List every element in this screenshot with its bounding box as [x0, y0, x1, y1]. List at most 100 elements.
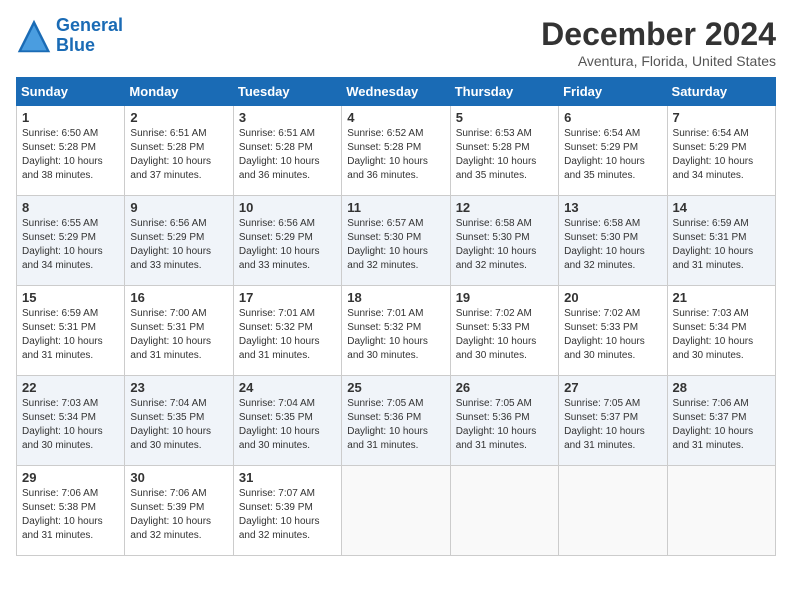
calendar-header-row: SundayMondayTuesdayWednesdayThursdayFrid… — [17, 78, 776, 106]
day-number: 6 — [564, 110, 661, 125]
day-info: Sunrise: 7:01 AM Sunset: 5:32 PM Dayligh… — [347, 307, 444, 363]
calendar-cell: 11 Sunrise: 6:57 AM Sunset: 5:30 PM Dayli… — [342, 196, 450, 286]
title-area: December 2024 Aventura, Florida, United … — [541, 16, 776, 69]
day-info: Sunrise: 7:01 AM Sunset: 5:32 PM Dayligh… — [239, 307, 336, 363]
day-info: Sunrise: 7:07 AM Sunset: 5:39 PM Dayligh… — [239, 487, 336, 543]
day-number: 18 — [347, 290, 444, 305]
calendar-cell: 22 Sunrise: 7:03 AM Sunset: 5:34 PM Dayli… — [17, 376, 125, 466]
day-info: Sunrise: 6:58 AM Sunset: 5:30 PM Dayligh… — [564, 217, 661, 273]
day-info: Sunrise: 6:55 AM Sunset: 5:29 PM Dayligh… — [22, 217, 119, 273]
day-info: Sunrise: 7:06 AM Sunset: 5:39 PM Dayligh… — [130, 487, 227, 543]
day-info: Sunrise: 7:04 AM Sunset: 5:35 PM Dayligh… — [239, 397, 336, 453]
day-number: 19 — [456, 290, 553, 305]
day-info: Sunrise: 7:03 AM Sunset: 5:34 PM Dayligh… — [22, 397, 119, 453]
day-info: Sunrise: 7:06 AM Sunset: 5:37 PM Dayligh… — [673, 397, 770, 453]
logo-line1: General — [56, 15, 123, 35]
calendar-cell: 14 Sunrise: 6:59 AM Sunset: 5:31 PM Dayli… — [667, 196, 775, 286]
day-info: Sunrise: 6:56 AM Sunset: 5:29 PM Dayligh… — [130, 217, 227, 273]
calendar-cell: 29 Sunrise: 7:06 AM Sunset: 5:38 PM Dayli… — [17, 466, 125, 556]
day-info: Sunrise: 6:52 AM Sunset: 5:28 PM Dayligh… — [347, 127, 444, 183]
logo-line2: Blue — [56, 35, 95, 55]
calendar-cell: 15 Sunrise: 6:59 AM Sunset: 5:31 PM Dayli… — [17, 286, 125, 376]
logo: General Blue — [16, 16, 123, 56]
day-info: Sunrise: 7:02 AM Sunset: 5:33 PM Dayligh… — [564, 307, 661, 363]
day-number: 10 — [239, 200, 336, 215]
day-number: 29 — [22, 470, 119, 485]
day-header-monday: Monday — [125, 78, 233, 106]
day-number: 3 — [239, 110, 336, 125]
calendar-cell: 9 Sunrise: 6:56 AM Sunset: 5:29 PM Daylig… — [125, 196, 233, 286]
day-info: Sunrise: 7:05 AM Sunset: 5:36 PM Dayligh… — [456, 397, 553, 453]
calendar-cell: 27 Sunrise: 7:05 AM Sunset: 5:37 PM Dayli… — [559, 376, 667, 466]
day-number: 31 — [239, 470, 336, 485]
day-number: 4 — [347, 110, 444, 125]
day-info: Sunrise: 6:54 AM Sunset: 5:29 PM Dayligh… — [673, 127, 770, 183]
day-info: Sunrise: 6:57 AM Sunset: 5:30 PM Dayligh… — [347, 217, 444, 273]
day-number: 15 — [22, 290, 119, 305]
day-number: 5 — [456, 110, 553, 125]
calendar-week-row: 29 Sunrise: 7:06 AM Sunset: 5:38 PM Dayli… — [17, 466, 776, 556]
day-info: Sunrise: 6:53 AM Sunset: 5:28 PM Dayligh… — [456, 127, 553, 183]
day-number: 9 — [130, 200, 227, 215]
calendar-cell: 13 Sunrise: 6:58 AM Sunset: 5:30 PM Dayli… — [559, 196, 667, 286]
day-info: Sunrise: 7:06 AM Sunset: 5:38 PM Dayligh… — [22, 487, 119, 543]
calendar-title: December 2024 — [541, 16, 776, 53]
day-number: 27 — [564, 380, 661, 395]
day-number: 23 — [130, 380, 227, 395]
calendar-week-row: 8Sunrise: 6:55 AM Sunset: 5:29 PM Daylig… — [17, 196, 776, 286]
day-header-saturday: Saturday — [667, 78, 775, 106]
day-number: 12 — [456, 200, 553, 215]
day-info: Sunrise: 6:50 AM Sunset: 5:28 PM Dayligh… — [22, 127, 119, 183]
day-header-tuesday: Tuesday — [233, 78, 341, 106]
calendar-cell: 28 Sunrise: 7:06 AM Sunset: 5:37 PM Dayli… — [667, 376, 775, 466]
calendar-cell: 1 Sunrise: 6:50 AM Sunset: 5:28 PM Daylig… — [17, 106, 125, 196]
logo-text: General Blue — [56, 16, 123, 56]
day-number: 13 — [564, 200, 661, 215]
day-header-wednesday: Wednesday — [342, 78, 450, 106]
calendar-cell: 2Sunrise: 6:51 AM Sunset: 5:28 PM Daylig… — [125, 106, 233, 196]
calendar-cell: 21Sunrise: 7:03 AM Sunset: 5:34 PM Dayli… — [667, 286, 775, 376]
calendar-cell: 3 Sunrise: 6:51 AM Sunset: 5:28 PM Daylig… — [233, 106, 341, 196]
day-number: 22 — [22, 380, 119, 395]
day-info: Sunrise: 6:51 AM Sunset: 5:28 PM Dayligh… — [130, 127, 227, 183]
calendar-cell: 7Sunrise: 6:54 AM Sunset: 5:29 PM Daylig… — [667, 106, 775, 196]
day-number: 28 — [673, 380, 770, 395]
day-info: Sunrise: 6:56 AM Sunset: 5:29 PM Dayligh… — [239, 217, 336, 273]
calendar-cell — [667, 466, 775, 556]
day-info: Sunrise: 7:03 AM Sunset: 5:34 PM Dayligh… — [673, 307, 770, 363]
calendar-week-row: 1 Sunrise: 6:50 AM Sunset: 5:28 PM Daylig… — [17, 106, 776, 196]
calendar-cell: 23 Sunrise: 7:04 AM Sunset: 5:35 PM Dayli… — [125, 376, 233, 466]
day-header-thursday: Thursday — [450, 78, 558, 106]
calendar-cell: 18 Sunrise: 7:01 AM Sunset: 5:32 PM Dayli… — [342, 286, 450, 376]
calendar-cell: 31 Sunrise: 7:07 AM Sunset: 5:39 PM Dayli… — [233, 466, 341, 556]
logo-icon — [16, 18, 52, 54]
day-info: Sunrise: 6:59 AM Sunset: 5:31 PM Dayligh… — [673, 217, 770, 273]
day-info: Sunrise: 6:59 AM Sunset: 5:31 PM Dayligh… — [22, 307, 119, 363]
calendar-cell: 5 Sunrise: 6:53 AM Sunset: 5:28 PM Daylig… — [450, 106, 558, 196]
day-number: 16 — [130, 290, 227, 305]
calendar-table: SundayMondayTuesdayWednesdayThursdayFrid… — [16, 77, 776, 556]
day-info: Sunrise: 7:04 AM Sunset: 5:35 PM Dayligh… — [130, 397, 227, 453]
day-number: 11 — [347, 200, 444, 215]
day-info: Sunrise: 6:58 AM Sunset: 5:30 PM Dayligh… — [456, 217, 553, 273]
calendar-cell — [342, 466, 450, 556]
day-number: 24 — [239, 380, 336, 395]
calendar-cell: 25 Sunrise: 7:05 AM Sunset: 5:36 PM Dayli… — [342, 376, 450, 466]
day-number: 25 — [347, 380, 444, 395]
calendar-cell: 12 Sunrise: 6:58 AM Sunset: 5:30 PM Dayli… — [450, 196, 558, 286]
day-number: 14 — [673, 200, 770, 215]
day-info: Sunrise: 7:00 AM Sunset: 5:31 PM Dayligh… — [130, 307, 227, 363]
calendar-week-row: 22 Sunrise: 7:03 AM Sunset: 5:34 PM Dayli… — [17, 376, 776, 466]
day-info: Sunrise: 6:54 AM Sunset: 5:29 PM Dayligh… — [564, 127, 661, 183]
day-number: 1 — [22, 110, 119, 125]
day-info: Sunrise: 7:05 AM Sunset: 5:36 PM Dayligh… — [347, 397, 444, 453]
day-info: Sunrise: 7:02 AM Sunset: 5:33 PM Dayligh… — [456, 307, 553, 363]
calendar-cell: 24 Sunrise: 7:04 AM Sunset: 5:35 PM Dayli… — [233, 376, 341, 466]
day-info: Sunrise: 7:05 AM Sunset: 5:37 PM Dayligh… — [564, 397, 661, 453]
day-number: 30 — [130, 470, 227, 485]
calendar-cell: 20Sunrise: 7:02 AM Sunset: 5:33 PM Dayli… — [559, 286, 667, 376]
day-info: Sunrise: 6:51 AM Sunset: 5:28 PM Dayligh… — [239, 127, 336, 183]
calendar-cell: 10 Sunrise: 6:56 AM Sunset: 5:29 PM Dayli… — [233, 196, 341, 286]
calendar-week-row: 15 Sunrise: 6:59 AM Sunset: 5:31 PM Dayli… — [17, 286, 776, 376]
day-number: 26 — [456, 380, 553, 395]
